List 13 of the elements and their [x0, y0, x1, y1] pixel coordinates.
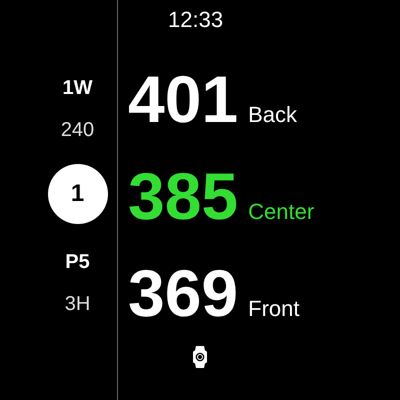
distance-value: 369	[128, 260, 238, 326]
distance-label: Center	[248, 199, 314, 225]
distance-value: 401	[128, 66, 238, 132]
club-distance: 3H	[64, 292, 90, 316]
hole-number-badge[interactable]: 1	[48, 164, 108, 224]
club-label: P5	[65, 250, 90, 274]
distance-label: Front	[248, 296, 300, 322]
watch-icon[interactable]	[193, 346, 207, 368]
distance-value: 385	[128, 163, 238, 229]
distance-label: Back	[248, 102, 298, 128]
club-label: 1W	[62, 76, 92, 100]
clock-time: 12:33	[168, 7, 224, 33]
club-distance: 240	[60, 118, 94, 142]
